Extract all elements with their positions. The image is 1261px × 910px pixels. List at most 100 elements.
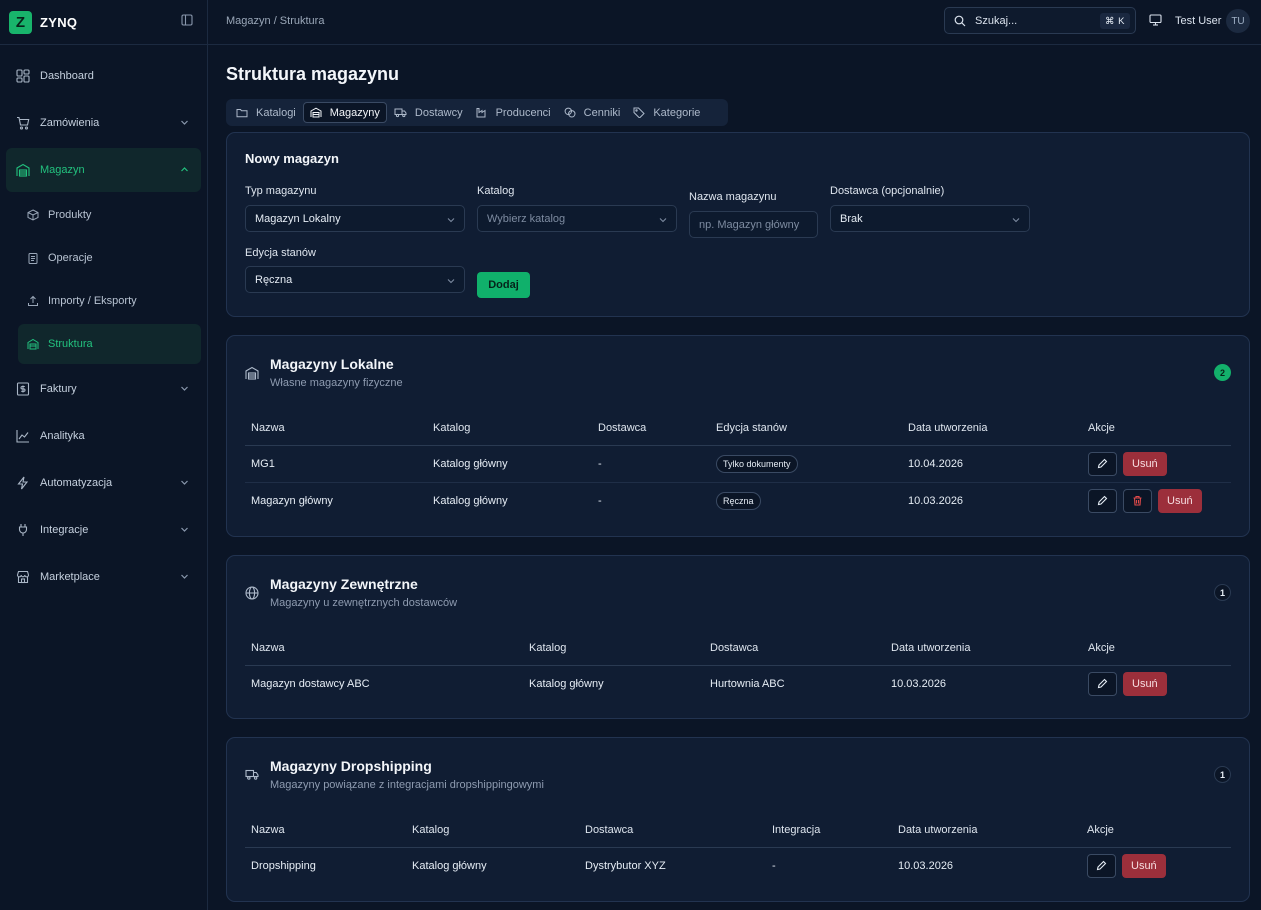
column-header: Katalog xyxy=(523,632,704,666)
sidebar-subitem-label: Importy / Eksporty xyxy=(48,295,137,307)
sidebar-item-invoices[interactable]: Faktury xyxy=(6,367,201,411)
warehouse-icon xyxy=(310,107,322,118)
cell-date: 10.03.2026 xyxy=(891,677,947,690)
supplier-select[interactable]: Brak xyxy=(830,205,1030,232)
tab-label: Kategorie xyxy=(653,106,701,119)
column-header: Integracja xyxy=(766,814,892,848)
external-warehouses-table: Nazwa Katalog Dostawca Data utworzenia A… xyxy=(245,632,1231,702)
sidebar-item-warehouse[interactable]: Magazyn xyxy=(6,148,201,192)
delete-button[interactable]: Usuń xyxy=(1158,488,1202,513)
tag-icon xyxy=(633,107,646,118)
invoice-dollar-icon xyxy=(16,382,30,396)
column-header: Data utworzenia xyxy=(885,632,1082,666)
warehouse-name-input[interactable]: np. Magazyn główny xyxy=(689,211,818,238)
table-row: MG1 Katalog główny - Tylko dokumenty 10.… xyxy=(245,445,1231,483)
factory-icon xyxy=(476,107,488,118)
sidebar-item-label: Faktury xyxy=(40,383,77,395)
sidebar-subitem-structure[interactable]: Struktura xyxy=(18,324,201,364)
cell-name: Magazyn główny xyxy=(251,494,333,507)
tab-catalogs[interactable]: Katalogi xyxy=(230,102,302,123)
chevron-down-icon xyxy=(659,216,667,224)
sidebar-item-label: Marketplace xyxy=(40,571,100,583)
column-header: Dostawca xyxy=(579,814,766,848)
pencil-icon xyxy=(1097,495,1108,506)
chevron-up-icon xyxy=(180,165,189,174)
warehouse-icon xyxy=(245,366,259,380)
delete-button[interactable]: Usuń xyxy=(1122,853,1166,878)
chevron-down-icon xyxy=(447,277,455,285)
tab-label: Katalogi xyxy=(256,106,296,119)
cell-supplier: - xyxy=(592,445,710,483)
stock-mode-badge: Ręczna xyxy=(716,491,761,510)
column-header: Katalog xyxy=(406,814,579,848)
pencil-icon xyxy=(1096,860,1107,871)
column-header: Nazwa xyxy=(245,814,406,848)
delete-button[interactable]: Usuń xyxy=(1123,671,1167,696)
search-input[interactable]: Szukaj... ⌘ K xyxy=(944,7,1136,34)
edit-button[interactable] xyxy=(1088,488,1117,513)
tab-categories[interactable]: Kategorie xyxy=(627,102,706,123)
stock-mode-badge: Tylko dokumenty xyxy=(716,454,798,473)
stock-editing-select[interactable]: Ręczna xyxy=(245,266,465,293)
catalog-select[interactable]: Wybierz katalog xyxy=(477,205,677,232)
trash-button[interactable] xyxy=(1123,488,1152,513)
sidebar-item-analytics[interactable]: Analityka xyxy=(6,414,201,458)
cell-date: 10.03.2026 xyxy=(898,859,954,872)
dropshipping-warehouses-card: Magazyny Dropshipping Magazyny powiązane… xyxy=(226,737,1250,902)
column-header: Data utworzenia xyxy=(902,412,1082,446)
tab-label: Magazyny xyxy=(329,106,380,119)
edit-button[interactable] xyxy=(1087,853,1116,878)
edit-button[interactable] xyxy=(1088,671,1117,696)
select-placeholder: Wybierz katalog xyxy=(487,212,566,225)
tab-price-lists[interactable]: Cenniki xyxy=(558,102,627,123)
warehouse-icon xyxy=(16,163,30,177)
monitor-icon[interactable] xyxy=(1149,14,1162,26)
package-icon xyxy=(27,209,39,221)
table-row: Magazyn dostawcy ABC Katalog główny Hurt… xyxy=(245,665,1231,702)
logo-icon[interactable]: Z xyxy=(9,10,32,34)
sidebar-item-label: Zamówienia xyxy=(40,117,100,129)
cell-name: Magazyn dostawcy ABC xyxy=(251,677,370,690)
sidebar-subitem-import-export[interactable]: Importy / Eksporty xyxy=(18,281,201,321)
app-name[interactable]: ZYNQ xyxy=(40,15,77,30)
sidebar-item-label: Integracje xyxy=(40,524,89,536)
column-header: Nazwa xyxy=(245,632,523,666)
sidebar-subitem-products[interactable]: Produkty xyxy=(18,195,201,235)
select-value: Brak xyxy=(840,212,863,225)
folder-icon xyxy=(236,107,248,118)
delete-button[interactable]: Usuń xyxy=(1123,451,1167,476)
sidebar-item-automation[interactable]: Automatyzacja xyxy=(6,461,201,505)
tab-producers[interactable]: Producenci xyxy=(470,102,557,123)
table-row: Magazyn główny Katalog główny - Ręczna 1… xyxy=(245,482,1231,519)
page-title: Struktura magazynu xyxy=(226,64,400,84)
column-header: Akcje xyxy=(1082,412,1231,446)
cell-actions: Usuń xyxy=(1081,847,1231,884)
avatar[interactable]: TU xyxy=(1226,9,1250,33)
cell-name: Dropshipping xyxy=(251,859,316,872)
tab-warehouses[interactable]: Magazyny xyxy=(302,102,387,123)
cell-supplier: - xyxy=(598,494,602,507)
sidebar-subitem-operations[interactable]: Operacje xyxy=(18,238,201,278)
sidebar-item-dashboard[interactable]: Dashboard xyxy=(6,54,201,98)
sidebar-item-orders[interactable]: Zamówienia xyxy=(6,101,201,145)
chevron-down-icon xyxy=(180,525,189,534)
sidebar-toggle-icon[interactable] xyxy=(181,14,193,26)
search-icon xyxy=(954,15,966,27)
store-icon xyxy=(16,570,30,584)
cart-icon xyxy=(16,116,30,130)
catalog-label: Katalog xyxy=(477,185,515,197)
edit-button[interactable] xyxy=(1088,451,1117,476)
tab-suppliers[interactable]: Dostawcy xyxy=(388,102,469,123)
local-warehouses-card: Magazyny Lokalne Własne magazyny fizyczn… xyxy=(226,335,1250,537)
add-button[interactable]: Dodaj xyxy=(477,272,530,298)
user-name[interactable]: Test User xyxy=(1175,15,1221,27)
count-badge: 1 xyxy=(1214,766,1231,783)
sidebar-subitem-label: Produkty xyxy=(48,209,92,221)
chevron-down-icon xyxy=(180,118,189,127)
sidebar-item-marketplace[interactable]: Marketplace xyxy=(6,555,201,599)
chevron-down-icon xyxy=(1012,216,1020,224)
sidebar-item-integrations[interactable]: Integracje xyxy=(6,508,201,552)
warehouse-type-select[interactable]: Magazyn Lokalny xyxy=(245,205,465,232)
external-warehouses-card: Magazyny Zewnętrzne Magazyny u zewnętrzn… xyxy=(226,555,1250,719)
trash-icon xyxy=(1133,496,1142,506)
